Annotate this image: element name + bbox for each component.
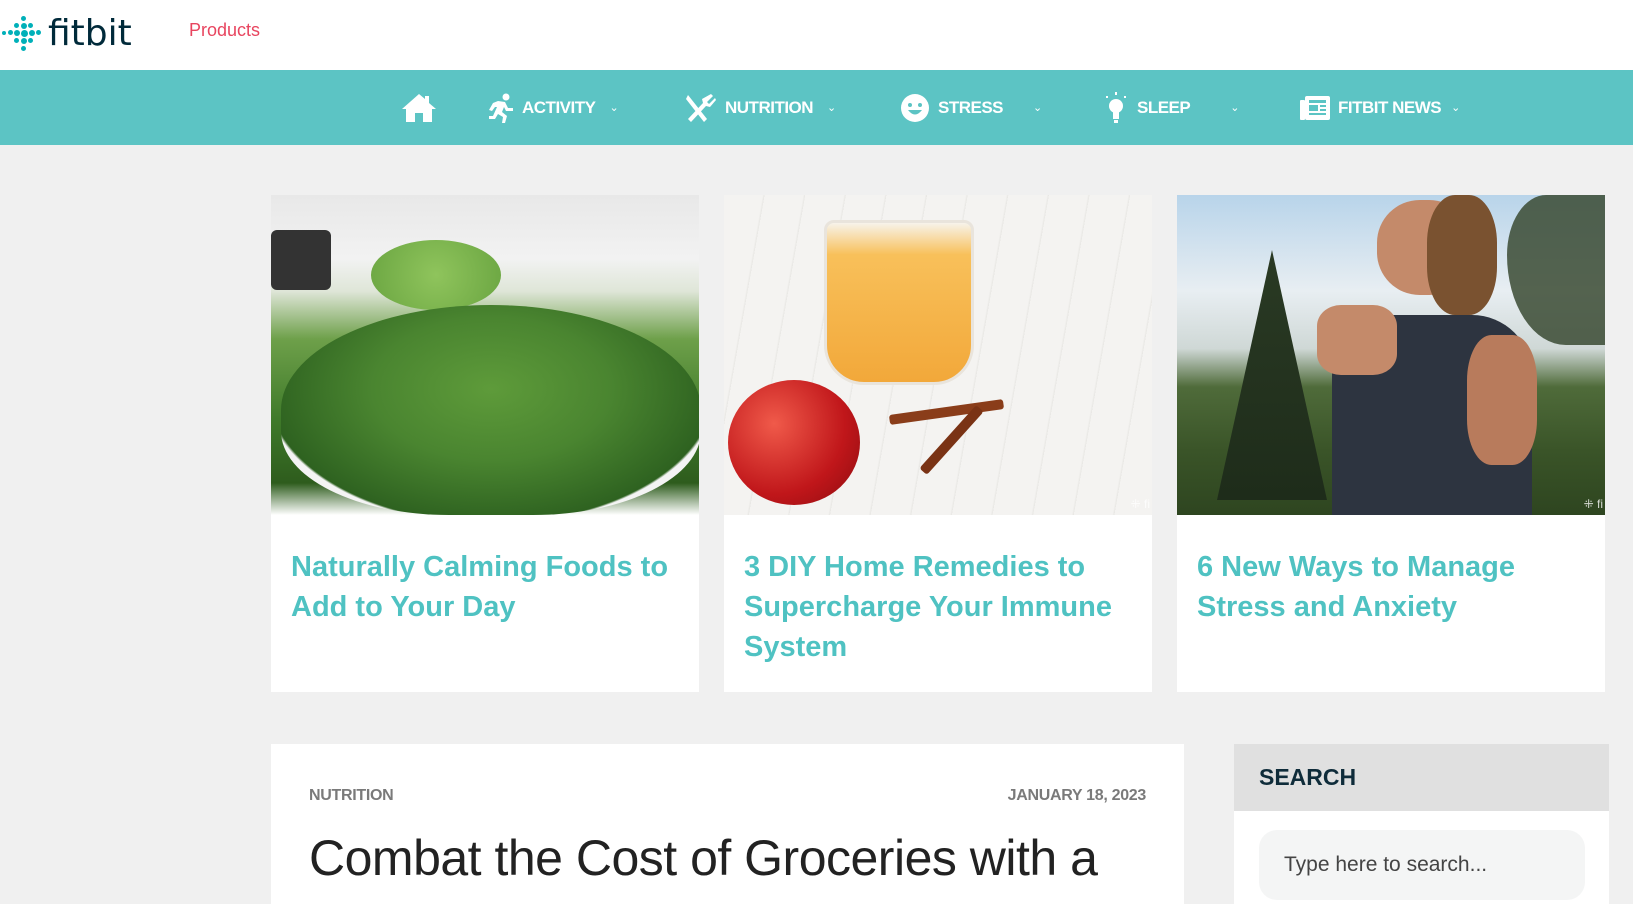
utensils-icon [686, 93, 716, 122]
stress-woman-image[interactable]: ⁜ fi [1177, 195, 1605, 515]
nav-fitbit-news[interactable]: FITBIT NEWS ⌄ [1300, 70, 1460, 145]
article-headline[interactable]: Combat the Cost of Groceries with a [309, 829, 1098, 887]
newspaper-icon [1300, 95, 1330, 120]
products-link[interactable]: Products [189, 20, 260, 41]
featured-card[interactable]: ⁜ fi 6 New Ways to Manage Stress and Anx… [1177, 195, 1605, 692]
watermark: ⁜ fi [1130, 497, 1150, 511]
lightbulb-icon [1106, 91, 1126, 123]
nav-nutrition-label: NUTRITION [725, 97, 814, 117]
fitbit-logo-icon [2, 14, 42, 54]
main-nav: ACTIVITY ⌄ NUTRITION ⌄ STRESS ⌄ SLEEP ⌄ … [0, 70, 1633, 145]
search-input[interactable] [1259, 830, 1585, 900]
nav-home[interactable] [400, 70, 438, 145]
search-widget: SEARCH [1234, 744, 1609, 904]
featured-title[interactable]: 6 New Ways to Manage Stress and Anxiety [1197, 547, 1585, 627]
chevron-down-icon: ⌄ [827, 102, 836, 114]
article-preview: NUTRITION JANUARY 18, 2023 Combat the Co… [271, 744, 1184, 904]
nav-stress-label: STRESS [938, 97, 1004, 117]
chevron-down-icon: ⌄ [1451, 102, 1460, 114]
watermark: ⁜ fi [1583, 497, 1603, 511]
home-icon [402, 93, 436, 122]
search-widget-header: SEARCH [1234, 744, 1609, 811]
smoothie-image[interactable]: ⁜ fi [724, 195, 1152, 515]
nav-sleep[interactable]: SLEEP ⌄ [1103, 70, 1239, 145]
nav-stress[interactable]: STRESS ⌄ [900, 70, 1042, 145]
chevron-down-icon: ⌄ [1033, 102, 1042, 114]
fitbit-logo[interactable]: fitbit [2, 14, 132, 54]
nav-sleep-label: SLEEP [1137, 97, 1191, 117]
featured-card[interactable]: ⁜ fi 3 DIY Home Remedies to Supercharge … [724, 195, 1152, 692]
smiley-icon [901, 93, 929, 122]
nav-fitbit-news-label: FITBIT NEWS [1338, 97, 1442, 117]
top-header: fitbit Products [0, 0, 1633, 70]
article-date: JANUARY 18, 2023 [1007, 787, 1147, 804]
article-category[interactable]: NUTRITION [309, 787, 394, 805]
featured-title[interactable]: 3 DIY Home Remedies to Supercharge Your … [744, 547, 1132, 667]
nav-activity[interactable]: ACTIVITY ⌄ [488, 70, 619, 145]
spinach-image[interactable] [271, 195, 699, 515]
chevron-down-icon: ⌄ [609, 102, 619, 114]
featured-title[interactable]: Naturally Calming Foods to Add to Your D… [291, 547, 679, 627]
nav-activity-label: ACTIVITY [522, 97, 596, 117]
featured-card[interactable]: Naturally Calming Foods to Add to Your D… [271, 195, 699, 692]
search-widget-title: SEARCH [1259, 764, 1357, 790]
nav-nutrition[interactable]: NUTRITION ⌄ [685, 70, 836, 145]
chevron-down-icon: ⌄ [1230, 102, 1239, 114]
logo-text: fitbit [48, 13, 132, 54]
running-icon [489, 93, 513, 123]
